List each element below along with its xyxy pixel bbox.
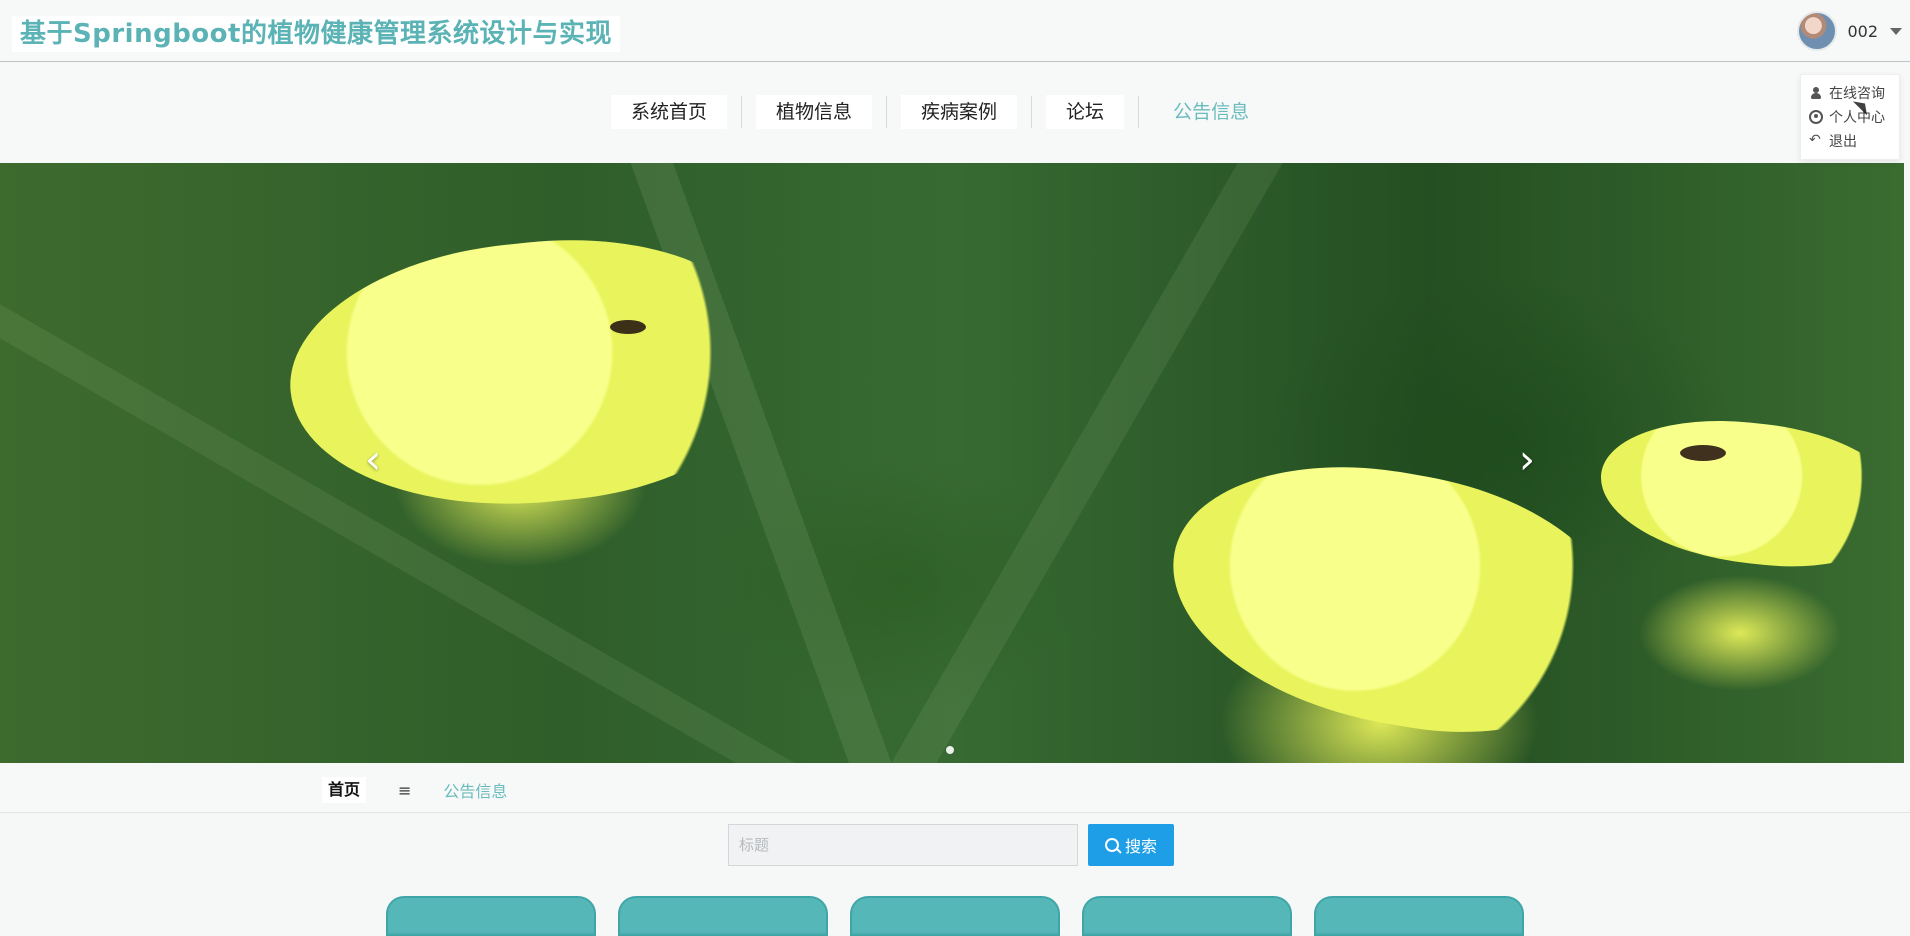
breadcrumb-home-link[interactable]: 首页	[322, 777, 367, 803]
announcement-card[interactable]	[1082, 896, 1292, 936]
announcement-cards-row	[386, 896, 1524, 936]
menu-item-logout[interactable]: 退出	[1801, 129, 1899, 153]
announcement-card[interactable]	[1314, 896, 1524, 936]
search-row: 搜索	[728, 824, 1174, 866]
main-nav: 系统首页 植物信息 疾病案例 论坛 公告信息	[0, 63, 1910, 163]
chevron-left-icon[interactable]: ‹	[360, 440, 386, 480]
flower-image	[277, 218, 783, 528]
carousel-indicator-dot[interactable]	[946, 746, 954, 754]
breadcrumb-separator: ≡	[398, 780, 412, 800]
announcement-card[interactable]	[850, 896, 1060, 936]
nav-separator	[1031, 96, 1033, 128]
person-icon	[1809, 86, 1823, 100]
chevron-down-icon[interactable]	[1890, 27, 1902, 35]
nav-separator	[886, 96, 888, 128]
chevron-right-icon[interactable]: ›	[1514, 440, 1540, 480]
breadcrumb: 首页 ≡ 公告信息	[0, 763, 1910, 813]
search-button-label: 搜索	[1124, 837, 1157, 856]
banner-carousel: ‹ ›	[0, 163, 1904, 763]
top-header: 基于Springboot的植物健康管理系统设计与实现 002	[0, 0, 1910, 62]
menu-item-online-consult[interactable]: 在线咨询	[1801, 81, 1899, 105]
nav-items: 系统首页 植物信息 疾病案例 论坛 公告信息	[603, 95, 1277, 129]
nav-item-announcements[interactable]: 公告信息	[1153, 95, 1269, 129]
nav-separator	[741, 96, 743, 128]
nav-item-disease-cases[interactable]: 疾病案例	[901, 95, 1018, 129]
username[interactable]: 002	[1847, 22, 1878, 41]
user-circle-icon	[1809, 110, 1823, 124]
flower-center-dot	[610, 320, 646, 334]
logout-icon	[1809, 132, 1823, 148]
announcement-card[interactable]	[618, 896, 828, 936]
search-button[interactable]: 搜索	[1088, 824, 1174, 866]
menu-item-label: 个人中心	[1829, 110, 1885, 126]
nav-item-home[interactable]: 系统首页	[611, 95, 728, 129]
menu-item-label: 退出	[1829, 134, 1857, 150]
breadcrumb-current: 公告信息	[443, 782, 508, 801]
user-dropdown-menu: 在线咨询 个人中心 退出	[1800, 74, 1900, 160]
user-area[interactable]: 002	[1797, 10, 1902, 52]
flower-image	[1151, 435, 1639, 761]
breadcrumb-items: 首页 ≡ 公告信息	[322, 777, 507, 803]
search-icon	[1104, 838, 1119, 852]
site-title: 基于Springboot的植物健康管理系统设计与实现	[12, 16, 620, 52]
nav-separator	[1138, 96, 1140, 128]
flower-image	[1593, 407, 1904, 579]
nav-item-plant-info[interactable]: 植物信息	[756, 95, 873, 129]
nav-item-forum[interactable]: 论坛	[1046, 95, 1125, 129]
avatar[interactable]	[1797, 11, 1838, 51]
menu-item-personal-center[interactable]: 个人中心	[1801, 105, 1899, 129]
announcement-card[interactable]	[386, 896, 596, 936]
flower-center-dot	[1680, 445, 1726, 461]
search-input[interactable]	[728, 824, 1078, 866]
